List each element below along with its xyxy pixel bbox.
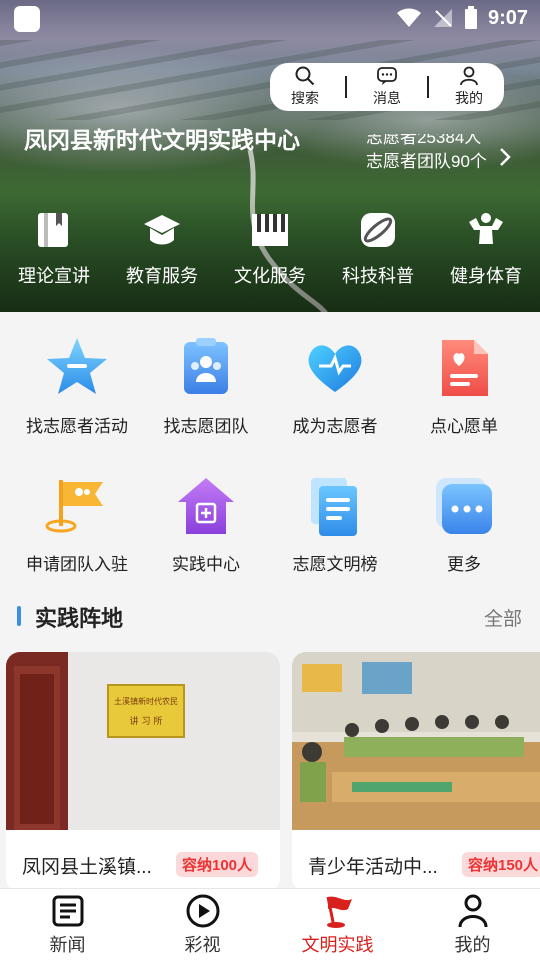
card-photo [292,652,540,830]
base-card[interactable]: 土溪镇新时代农民 讲 习 所 凤冈县土溪镇... 容纳100人 [6,652,280,892]
tab-civilization-practice[interactable]: 文明实践 [270,889,405,960]
tab-label: 文明实践 [301,935,374,955]
more-item[interactable]: 更多 [394,474,534,575]
sign-text-line2: 讲 习 所 [130,715,163,727]
center-title: 凤冈县新时代文明实践中心 [24,127,300,153]
service-label: 申请团队入驻 [26,555,128,574]
sign-text-line1: 土溪镇新时代农民 [114,696,178,706]
tab-news[interactable]: 新闻 [0,889,135,960]
my-button[interactable]: 我的 [439,66,499,108]
play-icon [186,894,219,928]
tab-video[interactable]: 彩视 [135,889,270,960]
planet-icon [361,213,395,247]
find-activity-item[interactable]: 找志愿者活动 [7,336,147,437]
message-icon [377,67,397,85]
practice-center-item[interactable]: 实践中心 [136,474,276,575]
service-label: 更多 [447,555,481,574]
category-label: 健身体育 [450,266,522,286]
tab-mine[interactable]: 我的 [405,889,540,960]
section-accent-bar [17,606,21,626]
tab-label: 新闻 [49,935,86,955]
category-label: 科技科普 [342,266,414,286]
category-theory[interactable]: 理论宣讲 [0,210,108,288]
service-label: 成为志愿者 [292,417,378,436]
flag-icon [45,480,103,533]
category-science[interactable]: 科技科普 [324,210,432,288]
message-button[interactable]: 消息 [357,66,417,108]
search-label: 搜索 [291,90,319,106]
book-icon [38,213,68,247]
category-label: 文化服务 [234,266,306,286]
wifi-icon [396,8,421,27]
clock: 9:07 [487,6,528,29]
profile-icon [458,894,487,928]
category-education[interactable]: 教育服务 [108,210,216,288]
tab-label: 我的 [454,935,491,955]
section-title: 实践阵地 [35,606,124,631]
team-icon [184,338,228,394]
service-grid: 找志愿者活动 找志愿团队 成为志愿者 点心愿单 申请团队入驻 实践中心 志愿文明… [0,312,540,588]
section-header: 实践阵地 全部 [0,598,540,638]
my-label: 我的 [455,90,483,106]
view-all-link[interactable]: 全部 [484,604,522,631]
heart-icon [308,345,362,392]
divider [345,76,347,98]
piano-icon [252,214,288,246]
volunteer-count: 志愿者25384人 [366,134,482,147]
search-button[interactable]: 搜索 [275,66,335,108]
wish-list-icon [442,340,488,396]
more-icon [436,478,492,534]
bottom-tab-bar: 新闻 彩视 文明实践 我的 [0,888,540,960]
service-label: 志愿文明榜 [292,555,378,574]
card-photo: 土溪镇新时代农民 讲 习 所 [6,652,280,830]
message-label: 消息 [373,90,401,106]
service-label: 点心愿单 [430,417,498,436]
card-name: 凤冈县土溪镇... [22,857,152,878]
battery-icon [464,6,477,29]
category-culture[interactable]: 文化服务 [216,210,324,288]
user-icon [460,66,478,86]
become-volunteer-item[interactable]: 成为志愿者 [265,336,405,437]
divider [427,76,429,98]
wish-list-item[interactable]: 点心愿单 [394,336,534,437]
service-label: 实践中心 [172,555,240,574]
chevron-right-icon[interactable] [497,146,513,168]
team-count: 志愿者团队90个 [366,152,487,170]
star-chat-icon [47,338,107,394]
capacity-badge: 容纳100人 [176,852,259,877]
news-icon [52,895,83,927]
service-label: 找志愿者活动 [26,417,128,436]
flag-icon [326,896,352,928]
top-action-pill: 搜索 消息 我的 [270,63,504,111]
card-name: 青少年活动中... [308,857,438,878]
document-icon [311,478,357,536]
graduation-cap-icon [144,215,180,245]
category-label: 理论宣讲 [18,266,90,286]
honor-roll-item[interactable]: 志愿文明榜 [265,474,405,575]
volunteer-stats[interactable]: 志愿者25384人 志愿者团队90个 [366,134,494,170]
find-team-item[interactable]: 找志愿团队 [136,336,276,437]
capacity-badge: 容纳150人 [462,852,540,877]
app-notification-icon [14,6,40,32]
category-label: 教育服务 [126,266,198,286]
house-icon [178,478,234,534]
search-icon [295,66,315,86]
apply-team-item[interactable]: 申请团队入驻 [7,474,147,575]
status-bar: 9:07 [0,0,540,36]
category-fitness[interactable]: 健身体育 [432,210,540,288]
service-label: 找志愿团队 [163,417,249,436]
bodybuilder-icon [469,213,503,244]
no-signal-icon [433,9,452,27]
hero-categories: 理论宣讲 教育服务 文化服务 科技科普 健身体育 [0,210,540,288]
tab-label: 彩视 [184,935,221,955]
base-card[interactable]: 青少年活动中... 容纳150人 [292,652,540,892]
